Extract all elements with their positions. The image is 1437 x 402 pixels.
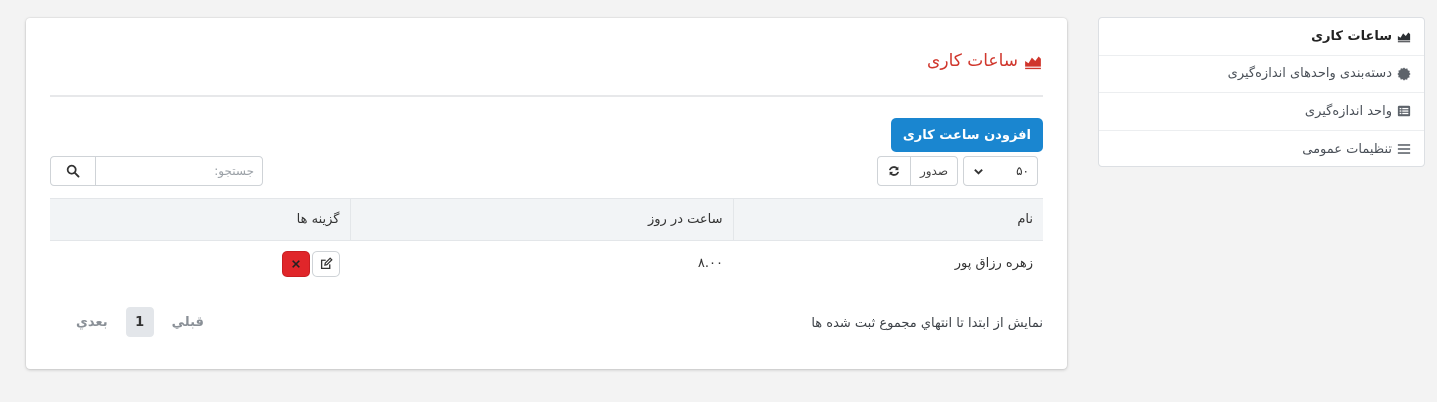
search-input[interactable] [96, 157, 262, 185]
sidebar-item-label: تنظیمات عمومی [1302, 141, 1392, 157]
gear-badge-icon [1396, 66, 1412, 82]
column-header-name[interactable]: نام [732, 198, 1043, 241]
edit-icon [320, 257, 333, 270]
bars-icon [1396, 141, 1412, 157]
title-divider [50, 95, 1043, 97]
delete-button[interactable] [282, 250, 310, 277]
edit-button[interactable] [312, 250, 340, 277]
page-title: ساعات کاری [927, 51, 1043, 71]
sidebar-item-label: واحد اندازه‌گیری [1304, 103, 1392, 119]
search-button[interactable] [51, 157, 96, 185]
area-chart-icon [1023, 51, 1043, 71]
page-size-value: ۵۰ [1016, 164, 1029, 178]
main-card: ساعات کاری افزودن ساعت کاری ۵۰ صدور جستج… [26, 18, 1067, 369]
search-box [50, 156, 263, 186]
refresh-button[interactable] [878, 157, 910, 185]
column-header-options: گزینه ها [50, 198, 350, 241]
table-header-row: نام ساعت در روز گزینه ها [50, 198, 1043, 241]
column-header-hours[interactable]: ساعت در روز [349, 198, 733, 241]
cell-name: زهره رزاق پور [954, 256, 1033, 272]
cell-options [50, 241, 350, 287]
refresh-icon [887, 164, 901, 178]
row-actions [60, 250, 340, 277]
sidebar-item-working-hours[interactable]: ساعات کاری [1099, 18, 1424, 56]
table-row: زهره رزاق پور ۸.۰۰ [50, 241, 1043, 287]
chevron-down-icon [972, 165, 984, 177]
sidebar-item-label: ساعات کاری [1311, 28, 1392, 44]
area-chart-icon [1396, 28, 1412, 44]
list-alt-icon [1396, 103, 1412, 119]
sidebar-item-measurement-unit[interactable]: واحد اندازه‌گیری [1099, 93, 1424, 131]
pagination: بعدي 1 قبلي [70, 307, 210, 337]
page-size-select[interactable]: ۵۰ [963, 156, 1038, 186]
add-working-hours-button[interactable]: افزودن ساعت کاری [890, 118, 1043, 152]
pagination-next[interactable]: بعدي [70, 315, 114, 330]
sidebar-item-general-settings[interactable]: تنظیمات عمومی [1099, 131, 1424, 167]
pagination-page-1[interactable]: 1 [125, 307, 154, 337]
sidebar-item-label: دسته‌بندی واحدهای اندازه‌گیری [1227, 66, 1392, 82]
table-tools: صدور [877, 156, 958, 186]
close-icon [290, 257, 303, 270]
sidebar-item-unit-categories[interactable]: دسته‌بندی واحدهای اندازه‌گیری [1099, 56, 1424, 93]
cell-hours: ۸.۰۰ [697, 256, 723, 272]
working-hours-table: نام ساعت در روز گزینه ها زهره رزاق پور ۸… [50, 198, 1043, 287]
pagination-prev[interactable]: قبلي [166, 315, 210, 330]
settings-sidebar: ساعات کاری دسته‌بندی واحدهای اندازه‌گیری… [1098, 17, 1425, 167]
page-title-text: ساعات کاری [927, 51, 1018, 71]
export-button[interactable]: صدور [910, 157, 957, 185]
table-info: نمایش از ابتدا تا انتهاي مجموع ثبت شده ه… [811, 316, 1043, 331]
search-icon [66, 164, 81, 179]
